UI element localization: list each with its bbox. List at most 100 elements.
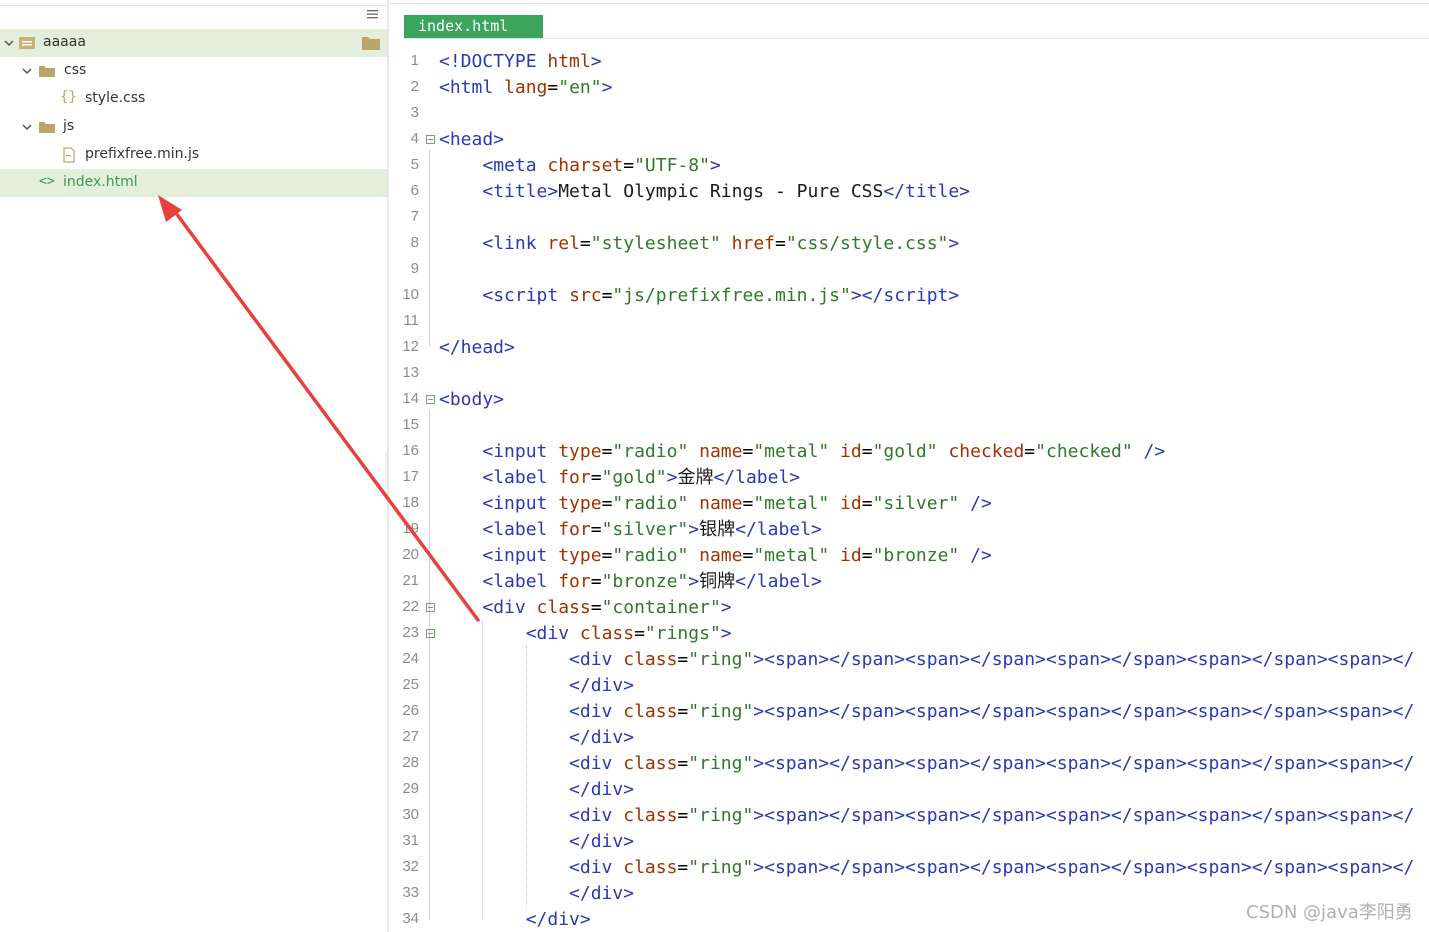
tree-item-file-prefixfree-js[interactable]: prefixfree.min.js: [0, 141, 387, 169]
line-number: 10: [402, 286, 419, 303]
tree-item-label: prefixfree.min.js: [85, 146, 200, 162]
line-number: 24: [402, 650, 419, 667]
code-line: 8 <link rel="stylesheet" href="css/style…: [389, 231, 1429, 257]
code-line: 9: [389, 257, 1429, 283]
code-text: <input type="radio" name="metal" id="bro…: [482, 545, 992, 566]
line-number: 32: [402, 858, 419, 875]
code-text: </div>: [569, 883, 635, 904]
line-number: 20: [402, 546, 419, 563]
code-text: <script src="js/prefixfree.min.js"></scr…: [482, 285, 960, 306]
line-number: 14: [402, 390, 419, 407]
tree-item-folder-css[interactable]: css: [0, 57, 387, 85]
watermark-text: CSDN @java李阳勇: [1246, 902, 1413, 923]
tree-item-label: index.html: [63, 174, 138, 190]
tree-item-label: js: [63, 118, 75, 134]
code-editor[interactable]: index.html 1 <!DOCTYPE html> 2 <html lang=…: [389, 0, 1429, 932]
code-text: <div class="ring"><span></span><span></s…: [569, 857, 1415, 878]
line-number: 28: [402, 754, 419, 771]
code-text: <html lang="en">: [439, 77, 613, 98]
tree-item-folder-js[interactable]: js: [0, 113, 387, 141]
code-line: 11: [389, 309, 1429, 335]
code-line: 26 <div class="ring"><span></span><span>…: [389, 699, 1429, 725]
project-icon: [19, 37, 35, 49]
code-text: <label for="bronze">铜牌</label>: [482, 571, 822, 592]
code-text: </div>: [525, 909, 591, 930]
line-number: 16: [402, 442, 419, 459]
sidebar-top-border: [0, 0, 387, 6]
fold-toggle-icon[interactable]: [426, 629, 435, 638]
chevron-down-icon[interactable]: [21, 121, 33, 133]
code-text: <div class="ring"><span></span><span></s…: [569, 701, 1415, 722]
code-line: 6 <title>Metal Olympic Rings - Pure CSS<…: [389, 179, 1429, 205]
line-number: 7: [410, 208, 419, 225]
line-number: 33: [402, 884, 419, 901]
line-number: 4: [410, 130, 419, 147]
code-text: </div>: [569, 831, 635, 852]
line-number: 30: [402, 806, 419, 823]
code-line: 22 <div class="container">: [389, 595, 1429, 621]
line-number: 26: [402, 702, 419, 719]
tab-index-html[interactable]: index.html: [404, 15, 543, 38]
code-line: 19 <label for="silver">银牌</label>: [389, 517, 1429, 543]
line-number: 13: [402, 364, 419, 381]
code-line: 31 </div>: [389, 829, 1429, 855]
code-text: <meta charset="UTF-8">: [482, 155, 721, 176]
code-line: 28 <div class="ring"><span></span><span>…: [389, 751, 1429, 777]
code-line: 16 <input type="radio" name="metal" id="…: [389, 439, 1429, 465]
code-text: <div class="ring"><span></span><span></s…: [569, 805, 1415, 826]
menu-icon[interactable]: [366, 7, 380, 21]
tab-bar-divider: [404, 38, 1429, 39]
line-number: 3: [410, 104, 419, 121]
code-line: 7: [389, 205, 1429, 231]
code-text: <link rel="stylesheet" href="css/style.c…: [482, 233, 960, 254]
code-text: </div>: [569, 727, 635, 748]
line-number: 9: [410, 260, 419, 277]
line-number: 22: [402, 598, 419, 615]
fold-toggle-icon[interactable]: [426, 603, 435, 612]
code-line: 29 </div>: [389, 777, 1429, 803]
line-number: 15: [402, 416, 419, 433]
code-text: </head>: [439, 337, 515, 358]
code-text: <label for="gold">金牌</label>: [482, 467, 801, 488]
line-number: 31: [402, 832, 419, 849]
tree-item-label: style.css: [85, 90, 146, 106]
tree-item-project-aaaaa[interactable]: aaaaa: [0, 29, 387, 57]
code-text: <head>: [439, 129, 505, 150]
open-folder-icon[interactable]: [361, 35, 381, 51]
code-text: <div class="ring"><span></span><span></s…: [569, 753, 1415, 774]
code-line: 13: [389, 361, 1429, 387]
code-line: 14 <body>: [389, 387, 1429, 413]
tree-item-file-index-html[interactable]: <> index.html: [0, 169, 387, 197]
code-text: <div class="rings">: [525, 623, 732, 644]
tree-item-file-style-css[interactable]: {} style.css: [0, 85, 387, 113]
line-number: 29: [402, 780, 419, 797]
code-text: </div>: [569, 675, 635, 696]
code-text: </div>: [569, 779, 635, 800]
code-text: <body>: [439, 389, 505, 410]
code-text: <title>Metal Olympic Rings - Pure CSS</t…: [482, 181, 971, 202]
code-text: <div class="container">: [482, 597, 732, 618]
code-text: <input type="radio" name="metal" id="gol…: [482, 441, 1166, 462]
fold-toggle-icon[interactable]: [426, 135, 435, 144]
code-line: 24 <div class="ring"><span></span><span>…: [389, 647, 1429, 673]
code-line: 4 <head>: [389, 127, 1429, 153]
html-file-icon: <>: [39, 174, 55, 189]
code-line: 18 <input type="radio" name="metal" id="…: [389, 491, 1429, 517]
code-line: 25 </div>: [389, 673, 1429, 699]
code-line: 15: [389, 413, 1429, 439]
code-line: 12 </head>: [389, 335, 1429, 361]
code-line: 17 <label for="gold">金牌</label>: [389, 465, 1429, 491]
css-file-icon: {}: [60, 89, 77, 105]
line-number: 25: [402, 676, 419, 693]
chevron-down-icon[interactable]: [21, 65, 33, 77]
code-line: 23 <div class="rings">: [389, 621, 1429, 647]
line-number: 2: [410, 78, 419, 95]
fold-toggle-icon[interactable]: [426, 395, 435, 404]
code-text: <div class="ring"><span></span><span></s…: [569, 649, 1415, 670]
code-line: 1 <!DOCTYPE html>: [389, 49, 1429, 75]
code-line: 20 <input type="radio" name="metal" id="…: [389, 543, 1429, 569]
line-number: 5: [410, 156, 419, 173]
chevron-down-icon[interactable]: [3, 37, 15, 49]
code-line: 5 <meta charset="UTF-8">: [389, 153, 1429, 179]
line-number: 11: [403, 312, 419, 329]
